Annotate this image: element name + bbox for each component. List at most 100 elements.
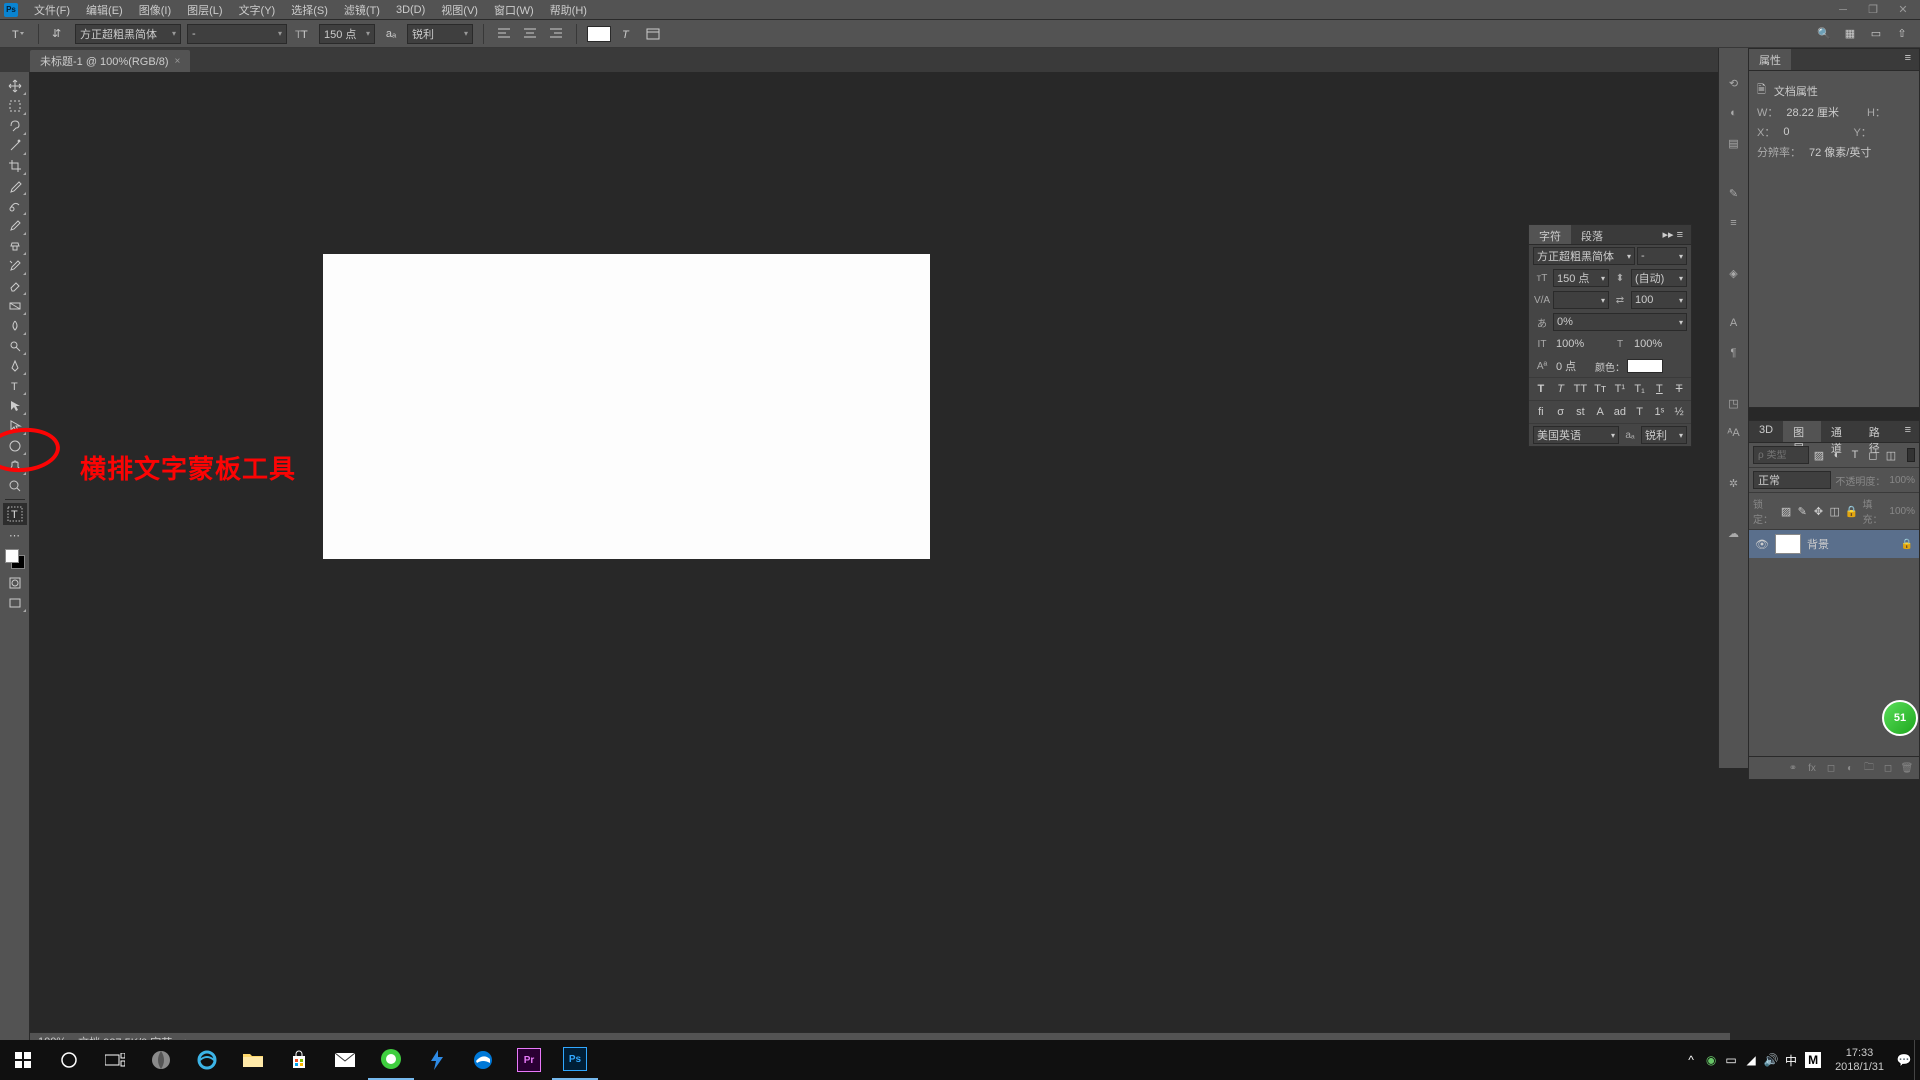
arrange-documents-icon[interactable]: ▦: [1840, 24, 1860, 44]
gradient-tool[interactable]: [3, 296, 27, 316]
menu-window[interactable]: 窗口(W): [486, 0, 542, 20]
adjustments-panel-icon[interactable]: ✲: [1723, 472, 1745, 494]
text-orientation-toggle[interactable]: ⇵: [49, 24, 69, 44]
underline-button[interactable]: T: [1651, 381, 1667, 397]
type-mask-tool[interactable]: T: [3, 503, 27, 525]
character-tab[interactable]: 字符: [1529, 225, 1571, 244]
lock-artboard-icon[interactable]: ◫: [1829, 503, 1841, 519]
tray-battery-icon[interactable]: ▭: [1721, 1040, 1741, 1080]
menu-3d[interactable]: 3D(D): [388, 2, 433, 18]
canvas[interactable]: [323, 254, 930, 559]
char-hscale[interactable]: 100%: [1631, 335, 1687, 353]
marquee-tool[interactable]: [3, 96, 27, 116]
notifications-icon[interactable]: 💬: [1894, 1040, 1914, 1080]
warp-text-button[interactable]: T: [617, 24, 637, 44]
ligature-1st-button[interactable]: 1ˢ: [1651, 404, 1667, 420]
blur-tool[interactable]: [3, 316, 27, 336]
app-mail[interactable]: [322, 1040, 368, 1080]
ligature-fi-button[interactable]: fi: [1533, 404, 1549, 420]
document-tab[interactable]: 未标题-1 @ 100%(RGB/8) ×: [30, 50, 190, 72]
swatches-panel-icon[interactable]: ▤: [1723, 132, 1745, 154]
char-color-swatch[interactable]: [1627, 359, 1663, 373]
app-360[interactable]: [368, 1040, 414, 1080]
app-edge[interactable]: [460, 1040, 506, 1080]
char-baseline[interactable]: 0 点: [1553, 357, 1593, 375]
tray-security-icon[interactable]: ◉: [1701, 1040, 1721, 1080]
pen-tool[interactable]: [3, 356, 27, 376]
app-ie[interactable]: [184, 1040, 230, 1080]
tool-preset-icon[interactable]: T: [8, 24, 28, 44]
filter-smart-icon[interactable]: ◫: [1883, 447, 1899, 463]
align-left-button[interactable]: [494, 24, 514, 44]
ligature-half-button[interactable]: ½: [1671, 404, 1687, 420]
char-aa-dropdown[interactable]: 锐利▾: [1641, 426, 1687, 444]
screen-mode-icon[interactable]: ▭: [1866, 24, 1886, 44]
char-font-dropdown[interactable]: 方正超粗黑简体▾: [1533, 247, 1635, 265]
layers-tab[interactable]: 图层: [1783, 421, 1821, 442]
lock-position-icon[interactable]: ✥: [1812, 503, 1824, 519]
taskview-button[interactable]: [92, 1040, 138, 1080]
text-color-swatch[interactable]: [587, 26, 611, 42]
char-size-dropdown[interactable]: 150 点▾: [1553, 269, 1609, 287]
tray-expand-icon[interactable]: ^: [1681, 1040, 1701, 1080]
magic-wand-tool[interactable]: [3, 136, 27, 156]
lasso-tool[interactable]: [3, 116, 27, 136]
char-vscale[interactable]: 100%: [1553, 335, 1609, 353]
screenmode-toggle[interactable]: [3, 593, 27, 613]
ligature-st-button[interactable]: st: [1572, 404, 1588, 420]
font-family-dropdown[interactable]: 方正超粗黑简体▾: [75, 24, 181, 44]
char-style-dropdown[interactable]: -▾: [1637, 247, 1687, 265]
brushes-panel-icon[interactable]: ✎: [1723, 182, 1745, 204]
menu-type[interactable]: 文字(Y): [231, 0, 284, 20]
align-right-button[interactable]: [546, 24, 566, 44]
lock-paint-icon[interactable]: ✎: [1796, 503, 1808, 519]
menu-file[interactable]: 文件(F): [26, 0, 78, 20]
history-panel-icon[interactable]: ⟲: [1723, 72, 1745, 94]
superscript-button[interactable]: T¹: [1612, 381, 1628, 397]
ligature-t-button[interactable]: T: [1632, 404, 1648, 420]
zoom-tool[interactable]: [3, 476, 27, 496]
character-panel-icon[interactable]: A: [1723, 312, 1745, 334]
app-browser1[interactable]: [138, 1040, 184, 1080]
layer-group-icon[interactable]: 🗀: [1861, 760, 1877, 776]
tray-ime1[interactable]: 中: [1781, 1040, 1801, 1080]
layer-filter-dropdown[interactable]: [1753, 446, 1809, 464]
app-thunder[interactable]: [414, 1040, 460, 1080]
start-button[interactable]: [0, 1040, 46, 1080]
tray-ime2[interactable]: M: [1805, 1052, 1821, 1068]
filter-toggle[interactable]: [1907, 448, 1915, 462]
glyphs-panel-icon[interactable]: ᴬA: [1723, 422, 1745, 444]
filter-type-icon[interactable]: T: [1847, 447, 1863, 463]
ligature-o-button[interactable]: σ: [1553, 404, 1569, 420]
channels-tab[interactable]: 通道: [1821, 421, 1859, 442]
tray-wifi-icon[interactable]: ◢: [1741, 1040, 1761, 1080]
menu-select[interactable]: 选择(S): [283, 0, 336, 20]
layer-style-icon[interactable]: fx: [1804, 760, 1820, 776]
char-language-dropdown[interactable]: 美国英语▾: [1533, 426, 1619, 444]
history-brush-tool[interactable]: [3, 256, 27, 276]
paths-tab[interactable]: 路径: [1859, 421, 1897, 442]
share-icon[interactable]: ⇧: [1892, 24, 1912, 44]
search-icon[interactable]: 🔍: [1814, 24, 1834, 44]
layer-visibility-icon[interactable]: 👁: [1755, 537, 1769, 551]
move-tool[interactable]: [3, 76, 27, 96]
italic-button[interactable]: T: [1553, 381, 1569, 397]
filter-pixel-icon[interactable]: ▨: [1811, 447, 1827, 463]
type-tool[interactable]: T: [3, 376, 27, 396]
minimize-button[interactable]: ─: [1830, 1, 1856, 19]
taskbar-clock[interactable]: 17:33 2018/1/31: [1825, 1046, 1894, 1075]
edit-toolbar[interactable]: ⋯: [3, 525, 27, 545]
app-explorer[interactable]: [230, 1040, 276, 1080]
crop-tool[interactable]: [3, 156, 27, 176]
font-style-dropdown[interactable]: -▾: [187, 24, 287, 44]
floating-badge[interactable]: 51: [1882, 700, 1918, 736]
layer-filter-input[interactable]: [1758, 450, 1802, 461]
char-kerning-dropdown[interactable]: ▾: [1553, 291, 1609, 309]
allcaps-button[interactable]: TT: [1572, 381, 1588, 397]
paragraph-panel-icon[interactable]: ¶: [1723, 342, 1745, 364]
menu-image[interactable]: 图像(I): [131, 0, 179, 20]
libraries-panel-icon[interactable]: ☁: [1723, 522, 1745, 544]
foreground-color[interactable]: [5, 549, 19, 563]
ligature-a-button[interactable]: A: [1592, 404, 1608, 420]
subscript-button[interactable]: T₁: [1632, 381, 1648, 397]
